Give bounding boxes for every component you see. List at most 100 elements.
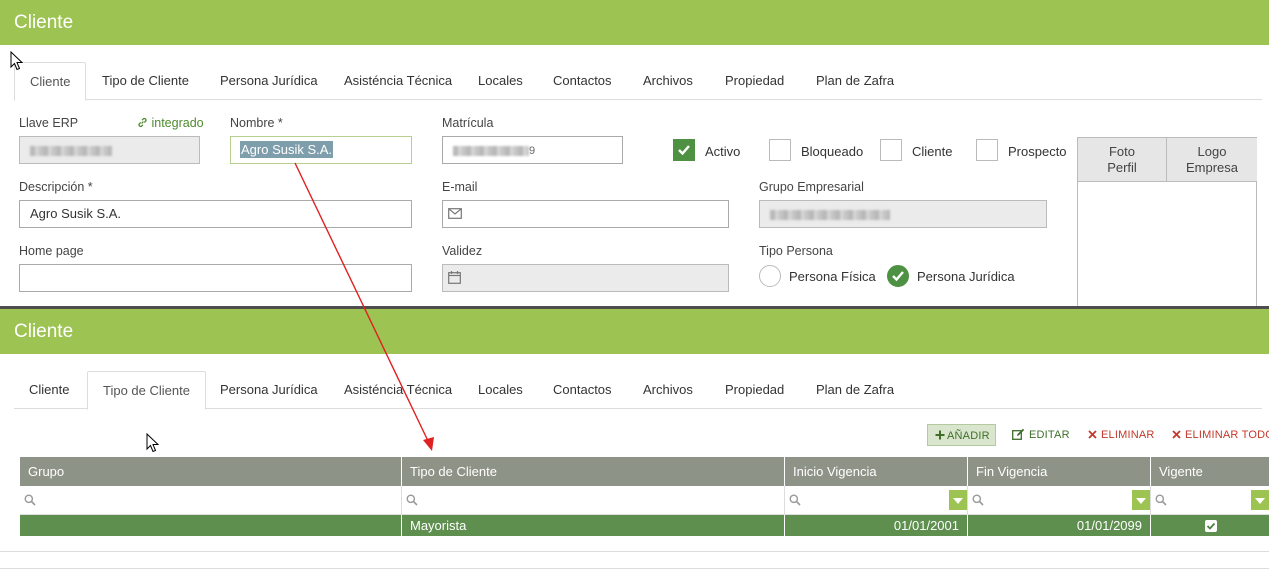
table-row-cell-fin[interactable]: 01/01/2099 [968,515,1151,536]
mouse-cursor-icon [10,51,23,71]
email-label: E-mail [442,180,478,194]
filter-vigente[interactable] [1151,486,1269,515]
delete-all-button[interactable]: ELIMINAR TODOS [1172,424,1269,446]
llave-erp-label: Llave ERP [19,116,79,130]
chevron-down-icon[interactable] [1251,490,1269,510]
search-icon [789,494,801,506]
prospecto-checkbox[interactable] [976,139,998,161]
edit-icon [1012,428,1025,440]
nombre-label: Nombre * [230,116,283,130]
panel-title: Cliente [0,0,1269,45]
add-label: AÑADIR [947,430,990,442]
photo-panel: Foto Perfil Logo Empresa [1077,137,1257,307]
panel-title: Cliente [0,309,1269,354]
vigente-checkbox[interactable] [1205,520,1217,532]
validez-label: Validez [442,244,483,258]
tab-cliente[interactable]: Cliente [14,62,87,101]
tab-tipo-de-cliente[interactable]: Tipo de Cliente [87,62,204,100]
divider-line [0,551,1269,552]
grupo-empresarial-label: Grupo Empresarial [759,180,864,194]
tab-asistencia-tecnica[interactable]: Asisténcia Técnica [329,62,467,100]
cliente-checkbox[interactable] [880,139,902,161]
tab-tipo-de-cliente[interactable]: Tipo de Cliente [87,371,206,410]
home-page-input[interactable] [19,264,412,292]
email-input[interactable] [442,200,729,228]
check-icon [1206,522,1216,530]
column-header-vigente[interactable]: Vigente [1151,457,1269,486]
chevron-down-icon[interactable] [949,490,967,510]
tab-plan-de-zafra[interactable]: Plan de Zafra [801,62,909,100]
integrado-link[interactable]: integrado [137,116,204,130]
delete-all-label: ELIMINAR TODOS [1185,429,1269,441]
edit-button[interactable]: EDITAR [1012,424,1070,446]
column-header-grupo[interactable]: Grupo [20,457,402,486]
cliente-form-panel: Cliente Cliente Tipo de Cliente Persona … [0,0,1269,307]
edit-label: EDITAR [1029,429,1070,441]
filter-tipo[interactable] [402,486,785,515]
tab-persona-juridica[interactable]: Persona Jurídica [205,371,333,409]
plus-icon [935,430,945,440]
persona-fisica-radio[interactable] [759,265,781,287]
envelope-icon [448,208,462,219]
tab-propiedad[interactable]: Propiedad [710,371,799,409]
search-icon [24,494,36,506]
close-icon [1172,430,1181,439]
add-button[interactable]: AÑADIR [927,424,996,446]
matricula-suffix: 9 [529,145,536,157]
link-icon [138,117,147,128]
column-header-tipo[interactable]: Tipo de Cliente [402,457,785,486]
filter-fin[interactable] [968,486,1151,515]
cliente-label: Cliente [912,144,953,159]
activo-label: Activo [705,144,741,159]
persona-juridica-label: Persona Jurídica [917,269,1015,284]
activo-checkbox[interactable] [673,139,695,161]
search-icon [406,494,418,506]
tab-persona-juridica[interactable]: Persona Jurídica [205,62,333,100]
llave-erp-field [19,136,200,164]
descripcion-label: Descripción * [19,180,93,194]
tab-contactos[interactable]: Contactos [538,62,627,100]
logo-empresa-tab[interactable]: Logo Empresa [1167,138,1257,182]
tab-cliente[interactable]: Cliente [14,371,84,409]
check-icon [892,271,904,282]
nombre-input[interactable]: Agro Susik S.A. [230,136,412,164]
column-header-inicio[interactable]: Inicio Vigencia [785,457,968,486]
filter-grupo[interactable] [20,486,402,515]
tab-bar: Cliente Tipo de Cliente Persona Jurídica… [14,62,1262,101]
persona-juridica-radio[interactable] [887,265,909,287]
tipo-cliente-panel: Cliente Cliente Tipo de Cliente Persona … [0,309,1269,570]
delete-button[interactable]: ELIMINAR [1088,424,1155,446]
table-row-cell-inicio[interactable]: 01/01/2001 [785,515,968,536]
column-header-fin[interactable]: Fin Vigencia [968,457,1151,486]
table-row-cell-tipo[interactable]: Mayorista [402,515,785,536]
tab-archivos[interactable]: Archivos [628,62,708,100]
bloqueado-checkbox[interactable] [769,139,791,161]
tab-contactos[interactable]: Contactos [538,371,627,409]
delete-label: ELIMINAR [1101,429,1155,441]
tab-propiedad[interactable]: Propiedad [710,62,799,100]
tab-asistencia-tecnica[interactable]: Asisténcia Técnica [329,371,467,409]
search-icon [972,494,984,506]
filter-inicio[interactable] [785,486,968,515]
bloqueado-label: Bloqueado [801,144,864,159]
tab-locales[interactable]: Locales [463,62,538,100]
foto-perfil-tab[interactable]: Foto Perfil [1078,138,1167,182]
integrado-text: integrado [151,116,204,130]
matricula-input[interactable]: 9 [442,136,623,164]
calendar-icon [448,271,461,284]
validez-input[interactable] [442,264,729,292]
nombre-value: Agro Susik S.A. [240,141,334,158]
table-row-cell-vigente[interactable] [1151,515,1269,536]
chevron-down-icon[interactable] [1132,490,1150,510]
tab-locales[interactable]: Locales [463,371,538,409]
home-page-label: Home page [19,244,84,258]
tab-plan-de-zafra[interactable]: Plan de Zafra [801,371,909,409]
persona-fisica-label: Persona Física [789,269,876,284]
divider-line [0,568,1269,569]
tab-bar: Cliente Tipo de Cliente Persona Jurídica… [14,371,1262,410]
descripcion-input[interactable]: Agro Susik S.A. [19,200,412,228]
check-icon [678,145,690,156]
close-icon [1088,430,1097,439]
table-row-cell-grupo[interactable] [20,515,402,536]
tab-archivos[interactable]: Archivos [628,371,708,409]
